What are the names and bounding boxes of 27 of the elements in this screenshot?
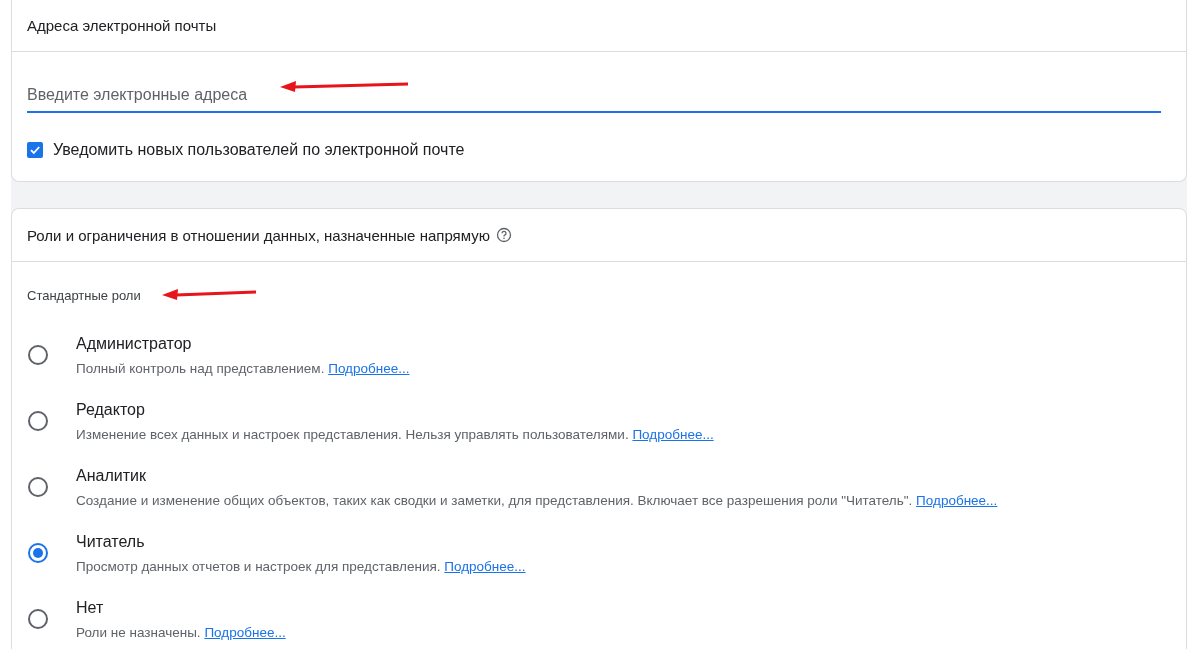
more-link[interactable]: Подробнее... — [916, 492, 998, 508]
role-description: Создание и изменение общих объектов, таких как сводки и заметки, для представления. Включает все разрешения роли "Читатель". Подробнее... — [76, 492, 998, 508]
subsection-title: Стандартные роли — [27, 288, 141, 303]
section-title: Адреса электронной почты — [27, 16, 217, 34]
role-description: Роли не назначены. Подробнее... — [76, 624, 286, 640]
role-description: Полный контроль над представлением. Подробнее... — [76, 360, 410, 376]
role-name: Аналитик — [76, 466, 147, 485]
more-link[interactable]: Подробнее... — [204, 624, 286, 640]
help-icon[interactable] — [495, 227, 512, 243]
email-input-field[interactable]: Введите электронные адреса — [27, 80, 1161, 113]
more-link[interactable]: Подробнее... — [632, 426, 714, 442]
section-title: Роли и ограничения в отношении данных, назначенные напрямую — [27, 226, 490, 244]
more-link[interactable]: Подробнее... — [444, 558, 526, 574]
role-name: Редактор — [76, 400, 146, 419]
role-description: Изменение всех данных и настроек представления. Нельзя управлять пользователями. Подробнее... — [76, 426, 714, 442]
role-radio[interactable] — [28, 543, 48, 563]
checkbox-label: Уведомить новых пользователей по электронной почте — [53, 141, 465, 159]
role-radio[interactable] — [28, 477, 48, 497]
role-name: Нет — [76, 598, 105, 617]
more-link[interactable]: Подробнее... — [328, 360, 410, 376]
role-name: Читатель — [76, 532, 146, 551]
role-radio[interactable] — [28, 609, 48, 629]
role-radio[interactable] — [28, 345, 48, 365]
notify-checkbox[interactable] — [27, 142, 43, 158]
role-description: Просмотр данных отчетов и настроек для представления. Подробнее... — [76, 558, 526, 574]
role-name: Администратор — [76, 334, 193, 353]
role-radio[interactable] — [28, 411, 48, 431]
